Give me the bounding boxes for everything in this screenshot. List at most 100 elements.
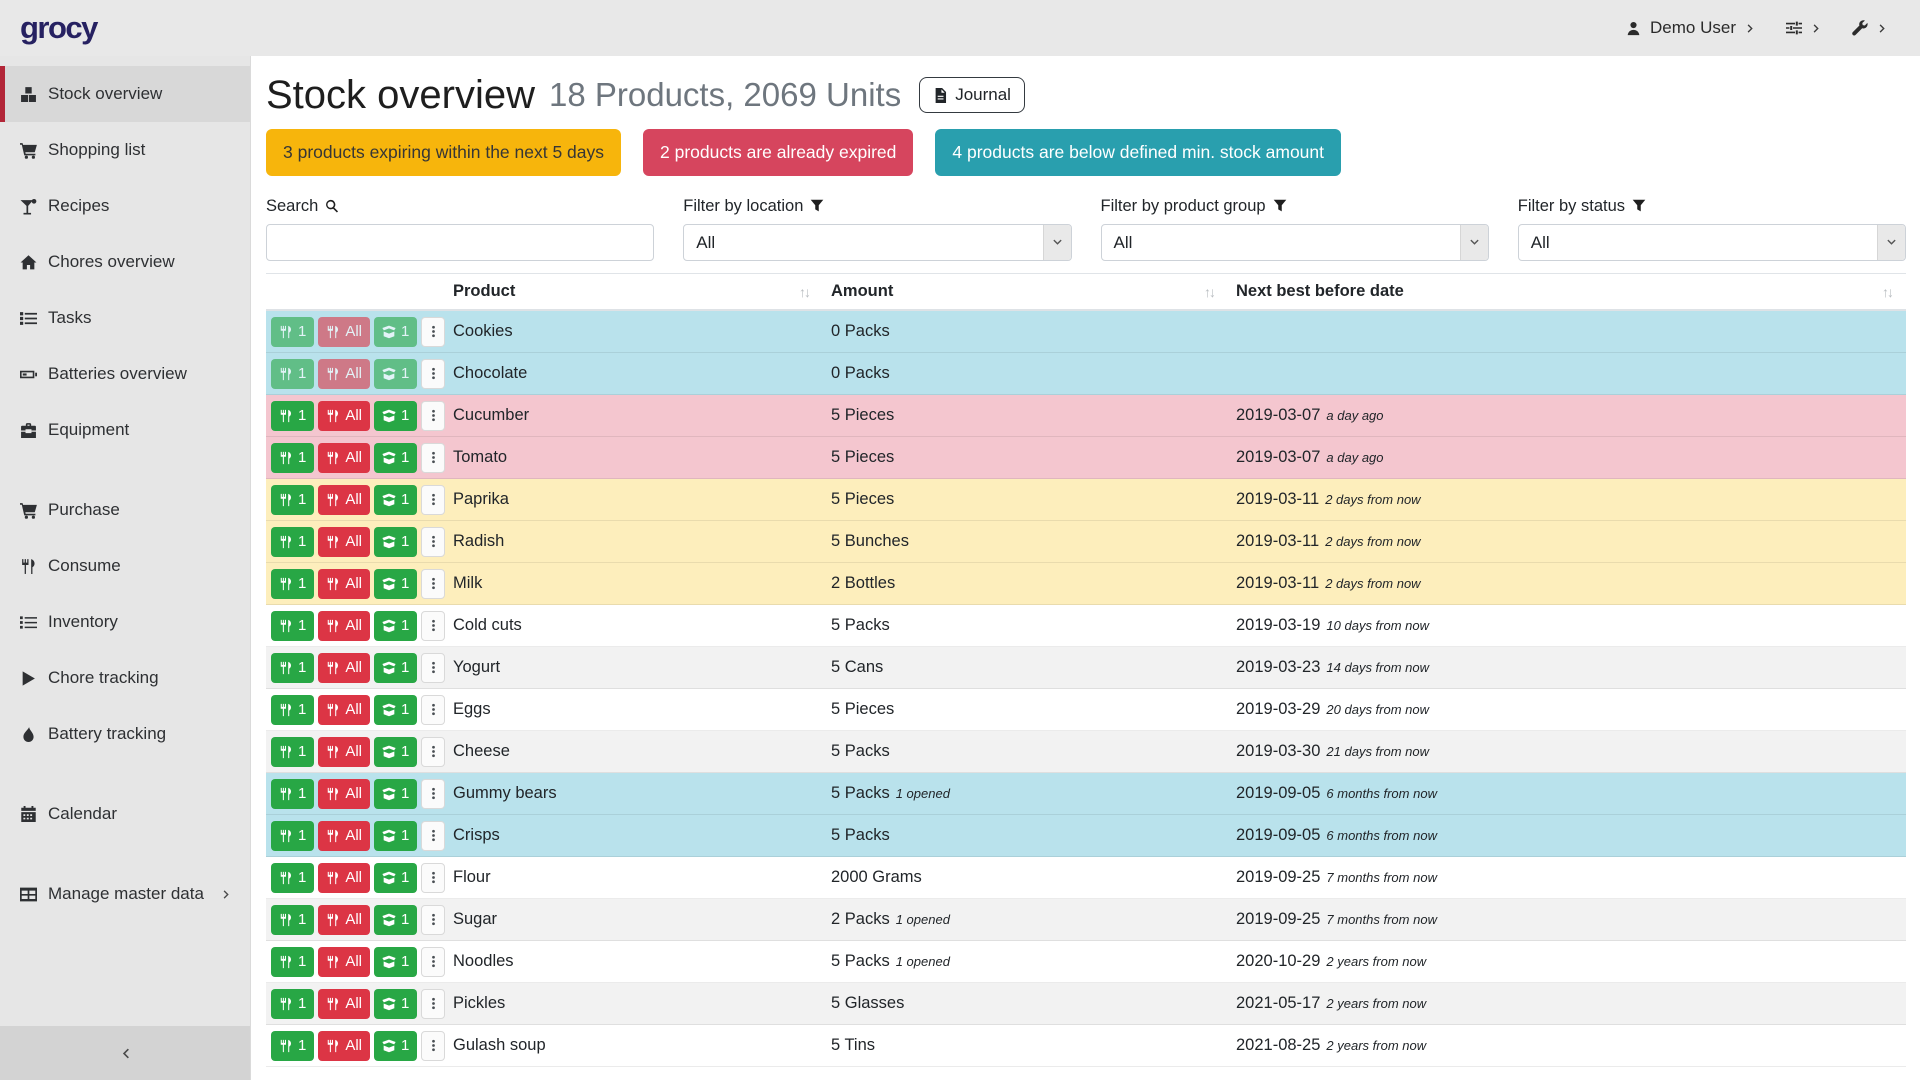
- row-menu-button[interactable]: [421, 947, 445, 977]
- sidebar-item-consume[interactable]: Consume: [0, 538, 250, 594]
- open-one-button[interactable]: 1: [374, 779, 417, 809]
- consume-one-button[interactable]: 1: [271, 527, 314, 557]
- row-menu-button[interactable]: [421, 737, 445, 767]
- sidebar-item-chore-tracking[interactable]: Chore tracking: [0, 650, 250, 706]
- consume-all-button[interactable]: All: [318, 527, 370, 557]
- sidebar-item-chores-overview[interactable]: Chores overview: [0, 234, 250, 290]
- column-header-best-before[interactable]: Next best before date: [1228, 274, 1906, 309]
- column-header-amount[interactable]: Amount: [823, 274, 1228, 309]
- open-one-button[interactable]: 1: [374, 485, 417, 515]
- open-one-button[interactable]: 1: [374, 443, 417, 473]
- consume-all-button[interactable]: All: [318, 401, 370, 431]
- consume-one-button[interactable]: 1: [271, 611, 314, 641]
- consume-one-button[interactable]: 1: [271, 569, 314, 599]
- sidebar-item-batteries-overview[interactable]: Batteries overview: [0, 346, 250, 402]
- consume-one-button[interactable]: 1: [271, 863, 314, 893]
- consume-all-button[interactable]: All: [318, 947, 370, 977]
- open-one-button[interactable]: 1: [374, 947, 417, 977]
- row-menu-button[interactable]: [421, 905, 445, 935]
- sidebar-item-battery-tracking[interactable]: Battery tracking: [0, 706, 250, 762]
- row-menu-button[interactable]: [421, 611, 445, 641]
- sidebar-item-shopping-list[interactable]: Shopping list: [0, 122, 250, 178]
- consume-one-button[interactable]: 1: [271, 905, 314, 935]
- open-one-button[interactable]: 1: [374, 653, 417, 683]
- open-one-button[interactable]: 1: [374, 527, 417, 557]
- open-one-button[interactable]: 1: [374, 611, 417, 641]
- consume-one-button[interactable]: 1: [271, 653, 314, 683]
- sidebar-item-manage-master-data[interactable]: Manage master data: [0, 866, 250, 922]
- consume-one-button[interactable]: 1: [271, 1031, 314, 1061]
- consume-all-button[interactable]: All: [318, 569, 370, 599]
- row-menu-button[interactable]: [421, 989, 445, 1019]
- open-one-button[interactable]: 1: [374, 359, 417, 389]
- open-one-button[interactable]: 1: [374, 737, 417, 767]
- row-menu-button[interactable]: [421, 653, 445, 683]
- open-one-button[interactable]: 1: [374, 401, 417, 431]
- consume-all-button[interactable]: All: [318, 695, 370, 725]
- consume-one-button[interactable]: 1: [271, 947, 314, 977]
- consume-one-button[interactable]: 1: [271, 401, 314, 431]
- open-one-button[interactable]: 1: [374, 569, 417, 599]
- status-alert[interactable]: 3 products expiring within the next 5 da…: [266, 129, 621, 176]
- row-menu-button[interactable]: [421, 359, 445, 389]
- location-filter-select[interactable]: All: [683, 224, 1071, 261]
- open-one-button[interactable]: 1: [374, 821, 417, 851]
- consume-all-button[interactable]: All: [318, 653, 370, 683]
- row-menu-button[interactable]: [421, 401, 445, 431]
- open-one-button[interactable]: 1: [374, 317, 417, 347]
- sidebar-item-equipment[interactable]: Equipment: [0, 402, 250, 458]
- consume-all-button[interactable]: All: [318, 317, 370, 347]
- search-input[interactable]: [266, 224, 654, 261]
- sidebar-item-purchase[interactable]: Purchase: [0, 482, 250, 538]
- column-header-product[interactable]: Product: [445, 274, 823, 309]
- consume-all-button[interactable]: All: [318, 611, 370, 641]
- status-alert[interactable]: 4 products are below defined min. stock …: [935, 129, 1341, 176]
- row-menu-button[interactable]: [421, 821, 445, 851]
- consume-all-button[interactable]: All: [318, 737, 370, 767]
- consume-all-button[interactable]: All: [318, 359, 370, 389]
- consume-all-button[interactable]: All: [318, 485, 370, 515]
- consume-all-button[interactable]: All: [318, 863, 370, 893]
- row-menu-button[interactable]: [421, 485, 445, 515]
- consume-all-button[interactable]: All: [318, 821, 370, 851]
- open-one-button[interactable]: 1: [374, 695, 417, 725]
- consume-one-button[interactable]: 1: [271, 359, 314, 389]
- consume-one-button[interactable]: 1: [271, 695, 314, 725]
- open-one-button[interactable]: 1: [374, 1031, 417, 1061]
- consume-one-button[interactable]: 1: [271, 443, 314, 473]
- consume-one-button[interactable]: 1: [271, 317, 314, 347]
- consume-all-button[interactable]: All: [318, 1031, 370, 1061]
- consume-one-button[interactable]: 1: [271, 989, 314, 1019]
- settings-menu[interactable]: [1786, 20, 1822, 36]
- app-logo[interactable]: grocy: [20, 10, 97, 46]
- row-menu-button[interactable]: [421, 443, 445, 473]
- status-filter-select[interactable]: All: [1518, 224, 1906, 261]
- sidebar-item-calendar[interactable]: Calendar: [0, 786, 250, 842]
- consume-all-button[interactable]: All: [318, 989, 370, 1019]
- open-one-button[interactable]: 1: [374, 905, 417, 935]
- sidebar-item-inventory[interactable]: Inventory: [0, 594, 250, 650]
- sidebar-item-recipes[interactable]: Recipes: [0, 178, 250, 234]
- sidebar-collapse-button[interactable]: [0, 1026, 250, 1080]
- status-alert[interactable]: 2 products are already expired: [643, 129, 913, 176]
- user-menu[interactable]: Demo User: [1626, 18, 1756, 38]
- admin-menu[interactable]: [1852, 20, 1888, 36]
- row-menu-button[interactable]: [421, 779, 445, 809]
- row-menu-button[interactable]: [421, 1031, 445, 1061]
- consume-one-button[interactable]: 1: [271, 485, 314, 515]
- consume-one-button[interactable]: 1: [271, 779, 314, 809]
- consume-one-button[interactable]: 1: [271, 737, 314, 767]
- consume-all-button[interactable]: All: [318, 905, 370, 935]
- row-menu-button[interactable]: [421, 317, 445, 347]
- sidebar-item-stock-overview[interactable]: Stock overview: [0, 66, 250, 122]
- sidebar-item-tasks[interactable]: Tasks: [0, 290, 250, 346]
- consume-all-button[interactable]: All: [318, 443, 370, 473]
- row-menu-button[interactable]: [421, 863, 445, 893]
- product-group-filter-select[interactable]: All: [1101, 224, 1489, 261]
- row-menu-button[interactable]: [421, 569, 445, 599]
- row-menu-button[interactable]: [421, 527, 445, 557]
- consume-one-button[interactable]: 1: [271, 821, 314, 851]
- consume-all-button[interactable]: All: [318, 779, 370, 809]
- journal-button[interactable]: Journal: [919, 77, 1025, 113]
- open-one-button[interactable]: 1: [374, 989, 417, 1019]
